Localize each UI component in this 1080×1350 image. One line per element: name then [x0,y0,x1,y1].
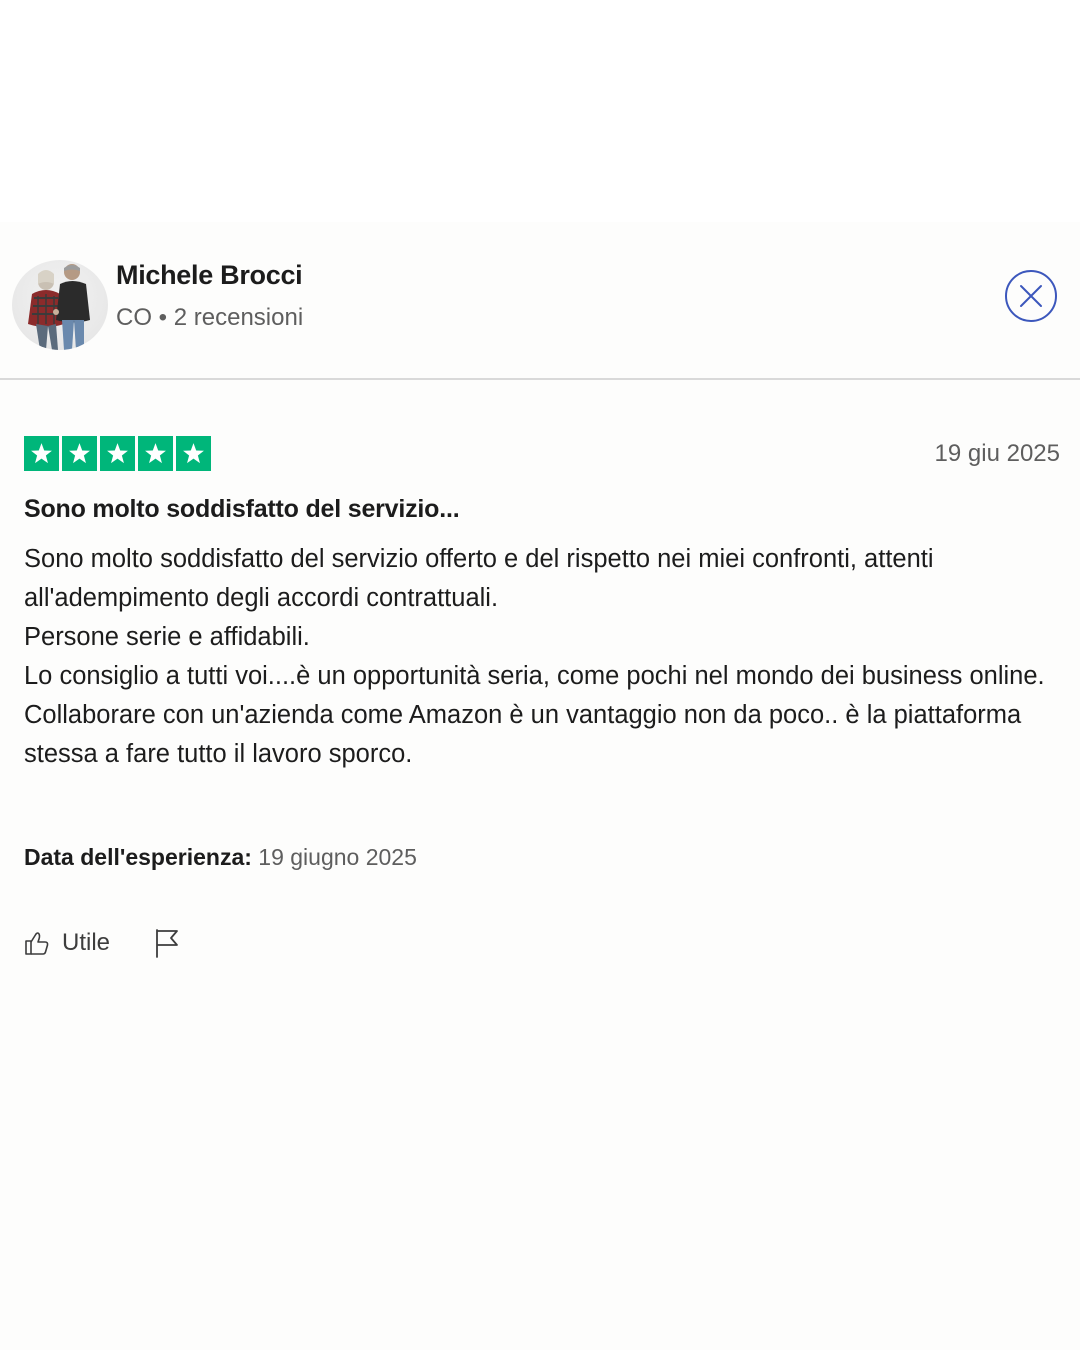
flag-icon [156,929,178,958]
review-title: Sono molto soddisfatto del servizio... [24,495,460,523]
close-icon [1020,285,1042,307]
review-paragraph: Lo consiglio a tutti voi....è un opportu… [24,662,1045,768]
reviewer-review-count[interactable]: 2 recensioni [174,304,303,331]
close-button[interactable] [1005,270,1057,322]
star-icon [100,436,135,471]
star-icon [176,436,211,471]
review-paragraph: Sono molto soddisfatto del servizio offe… [24,545,934,612]
star-icon [138,436,173,471]
review-header: Michele Brocci CO • 2 recensioni [0,222,1080,380]
thumbs-up-icon [25,932,49,955]
review-date: 19 giu 2025 [934,440,1060,467]
report-flag-button[interactable] [154,928,180,958]
reviewer-name[interactable]: Michele Brocci [116,260,303,291]
review-card: Michele Brocci CO • 2 recensioni 19 giu … [0,222,1080,1350]
reviewer-meta: CO • 2 recensioni [116,304,303,332]
review-paragraph: Persone serie e affidabili. [24,623,310,651]
review-body: Sono molto soddisfatto del servizio offe… [24,540,1054,774]
useful-button[interactable]: Utile [24,929,110,957]
meta-separator: • [158,304,168,331]
experience-date-value: 19 giugno 2025 [258,844,417,870]
star-icon [24,436,59,471]
avatar[interactable] [12,260,108,350]
reviewer-country: CO [116,304,152,331]
experience-date-label: Data dell'esperienza: [24,844,252,870]
useful-label: Utile [62,929,111,956]
review-actions: Utile [24,928,180,958]
experience-date: Data dell'esperienza: 19 giugno 2025 [24,844,417,871]
avatar-photo [28,264,90,350]
star-rating [24,436,211,471]
star-icon [62,436,97,471]
